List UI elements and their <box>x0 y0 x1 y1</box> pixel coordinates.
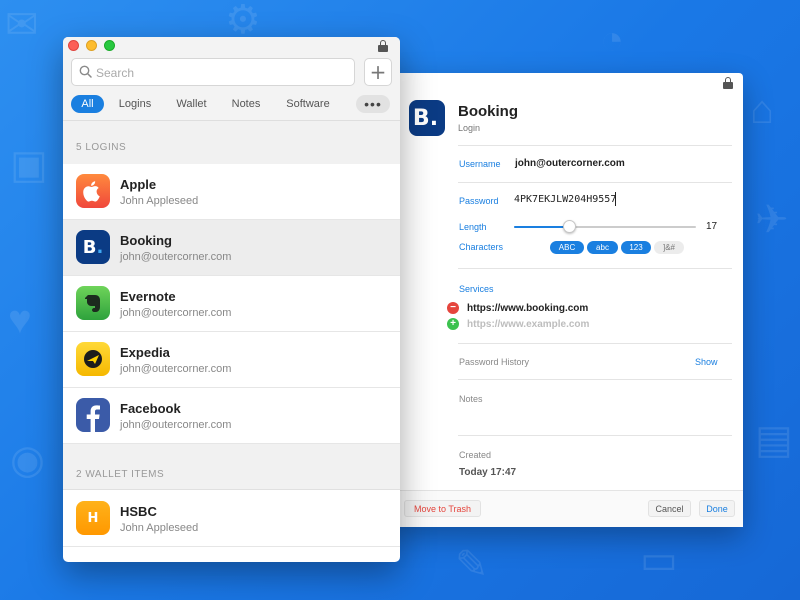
facebook-icon <box>76 398 110 432</box>
search-icon <box>79 65 92 78</box>
lock-icon[interactable] <box>378 40 388 52</box>
logo-letter: B. <box>412 105 439 131</box>
done-button[interactable]: Done <box>699 500 735 517</box>
list-item-title: Apple <box>120 177 157 192</box>
service-url[interactable]: https://www.booking.com <box>467 303 588 314</box>
divider <box>458 182 732 183</box>
created-label: Created <box>459 450 492 460</box>
background-pattern: ⚙ <box>225 0 261 42</box>
show-history-button[interactable]: Show <box>695 357 718 367</box>
item-title: Booking <box>458 103 518 120</box>
list-item-title: HSBC <box>120 504 157 519</box>
list-item-title: Evernote <box>120 289 176 304</box>
list-item-title: Expedia <box>120 345 170 360</box>
list-item[interactable] <box>63 388 400 444</box>
list-item[interactable] <box>63 220 400 276</box>
length-slider-fill <box>514 226 569 228</box>
more-tabs-button[interactable]: ••• <box>356 95 390 113</box>
booking-logo: B. <box>409 100 445 136</box>
section-title: 5 LOGINS <box>76 142 127 153</box>
list-item-subtitle: John Appleseed <box>120 195 199 207</box>
services-label: Services <box>459 284 494 294</box>
hsbc-icon: H <box>76 501 110 535</box>
username-value[interactable]: john@outercorner.com <box>515 158 625 169</box>
background-pattern: ▭ <box>640 538 678 582</box>
background-pattern: ▣ <box>10 143 48 187</box>
background-pattern: ✉ <box>5 3 39 47</box>
remove-service-icon[interactable]: − <box>447 302 459 314</box>
evernote-icon <box>76 286 110 320</box>
minimize-window-button[interactable] <box>86 40 97 51</box>
chip-symbols[interactable]: ]&# <box>654 241 684 254</box>
move-to-trash-button[interactable]: Move to Trash <box>404 500 481 517</box>
list-item-subtitle: john@outercorner.com <box>120 307 232 319</box>
tab-notes[interactable]: Notes <box>224 95 268 113</box>
list-item-subtitle: John Appleseed <box>120 522 199 534</box>
chip-uppercase[interactable]: ABC <box>550 241 584 254</box>
expedia-icon <box>76 342 110 376</box>
list-item[interactable] <box>63 164 400 220</box>
length-slider-knob[interactable] <box>562 220 576 233</box>
divider <box>458 379 732 380</box>
lock-icon[interactable] <box>723 77 733 89</box>
background-pattern: ✈ <box>755 198 789 242</box>
item-type: Login <box>458 123 481 133</box>
background-pattern: ✎ <box>455 543 489 587</box>
add-item-button[interactable]: + <box>364 58 392 86</box>
list-item[interactable] <box>63 276 400 332</box>
booking-icon: B. <box>76 230 110 264</box>
list-item[interactable] <box>63 491 400 547</box>
password-label: Password <box>459 196 499 206</box>
apple-icon <box>76 174 110 208</box>
list-item-subtitle: john@outercorner.com <box>120 419 232 431</box>
length-value: 17 <box>706 221 718 232</box>
detail-window <box>385 73 743 527</box>
divider <box>458 268 732 269</box>
list-item-subtitle: john@outercorner.com <box>120 251 232 263</box>
characters-label: Characters <box>459 242 504 252</box>
tab-software[interactable]: Software <box>278 95 338 113</box>
length-label: Length <box>459 222 487 232</box>
tab-logins[interactable]: Logins <box>112 95 158 113</box>
username-label: Username <box>459 159 501 169</box>
tab-wallet[interactable]: Wallet <box>168 95 215 113</box>
text-cursor <box>615 192 616 206</box>
list-item[interactable] <box>63 332 400 388</box>
section-title: 2 WALLET ITEMS <box>76 469 165 480</box>
tab-all[interactable]: All <box>71 95 104 113</box>
hsbc-icon-letter: H <box>87 510 99 526</box>
divider <box>458 145 732 146</box>
service-url-placeholder[interactable]: https://www.example.com <box>467 319 589 330</box>
background-pattern: ♥ <box>8 298 32 342</box>
cancel-button[interactable]: Cancel <box>648 500 691 517</box>
chip-digits[interactable]: 123 <box>621 241 651 254</box>
add-service-icon[interactable]: + <box>447 318 459 330</box>
background-pattern: ◉ <box>10 438 45 482</box>
notes-label: Notes <box>459 394 483 404</box>
zoom-window-button[interactable] <box>104 40 115 51</box>
divider <box>458 343 732 344</box>
list-item-title: Facebook <box>120 401 181 416</box>
close-window-button[interactable] <box>68 40 79 51</box>
divider <box>458 435 732 436</box>
chip-lowercase[interactable]: abc <box>587 241 618 254</box>
list-item-title: Booking <box>120 233 172 248</box>
password-value[interactable]: 4PK7EKJLW204H9557 <box>514 194 616 205</box>
background-pattern: ▤ <box>755 418 793 462</box>
search-placeholder: Search <box>96 66 135 80</box>
list-item-subtitle: john@outercorner.com <box>120 363 232 375</box>
created-value: Today 17:47 <box>459 467 517 478</box>
background-pattern: ◔ <box>600 18 625 62</box>
password-history-label: Password History <box>459 357 530 367</box>
background-pattern: ⌂ <box>750 88 775 132</box>
section-header <box>63 444 400 490</box>
